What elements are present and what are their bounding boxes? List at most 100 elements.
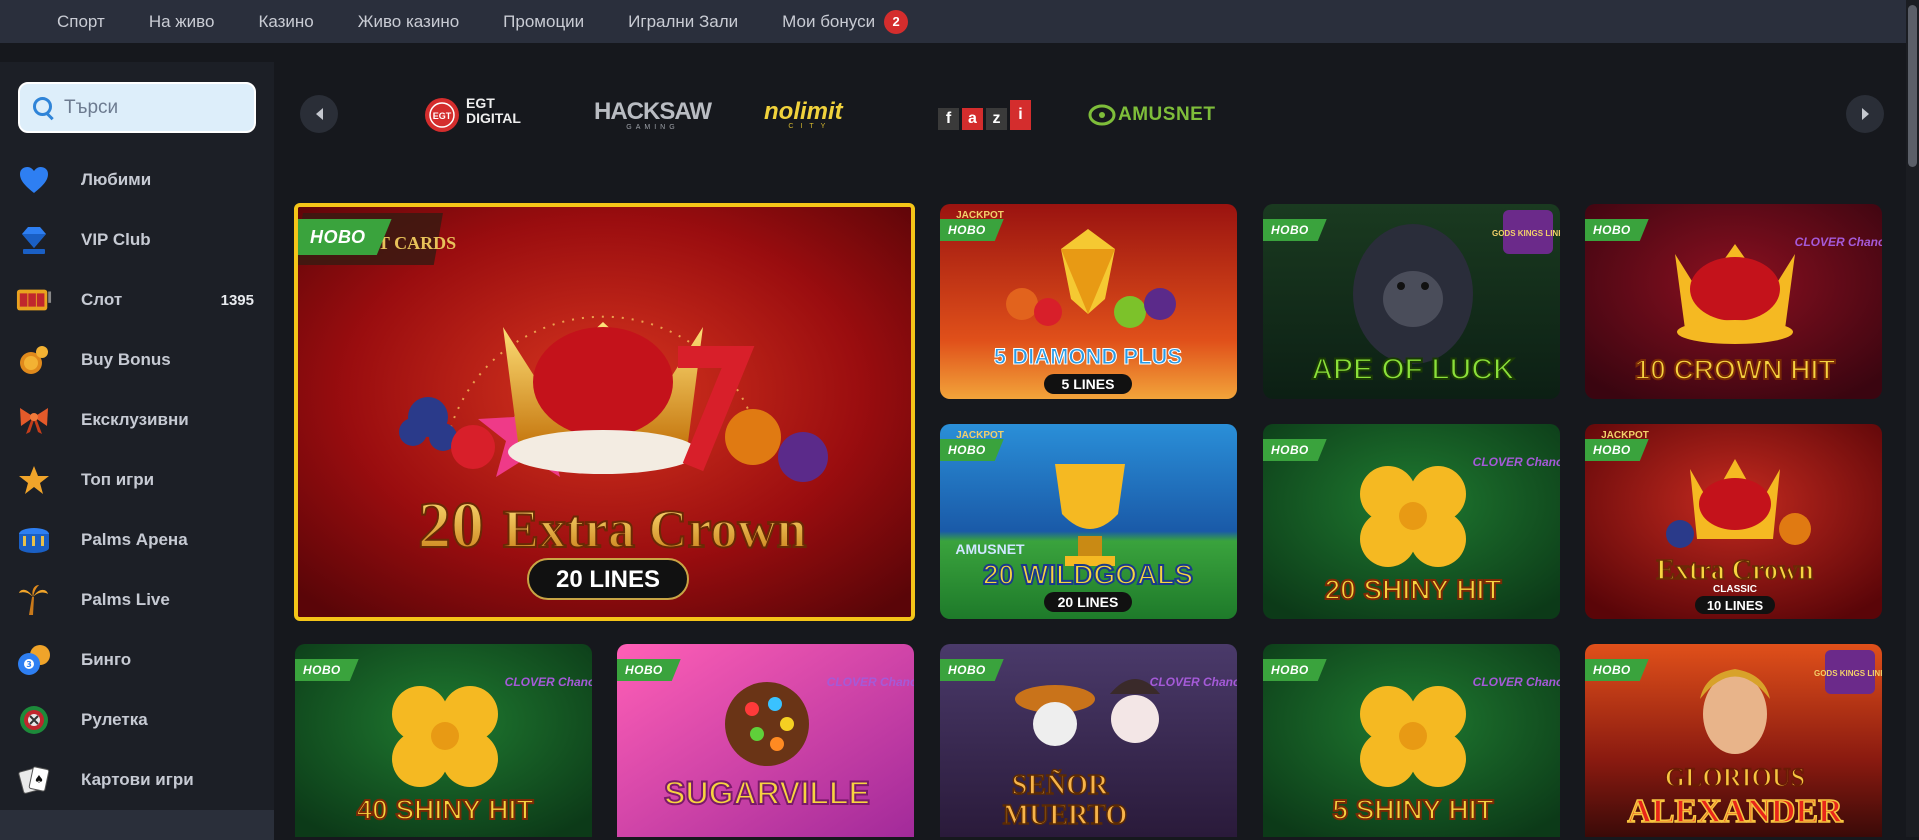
featured-title: Extra Crown xyxy=(503,499,807,559)
coins-icon xyxy=(16,342,52,378)
tile-title-line-2: ALEXANDER xyxy=(1627,793,1843,830)
roulette-icon xyxy=(16,702,52,738)
game-tile-glorious-alexander[interactable]: GLORIOUS ALEXANDER GODS KINGS LINK НОВО xyxy=(1585,644,1882,837)
nav-casino[interactable]: Казино xyxy=(258,12,313,32)
nav-promotions[interactable]: Промоции xyxy=(503,12,584,32)
new-tag: НОВО xyxy=(1263,659,1327,681)
sidebar-item-label: Рулетка xyxy=(81,710,148,729)
sidebar-item-bingo[interactable]: 3 Бинго xyxy=(0,630,274,690)
sidebar-item-label: Buy Bonus xyxy=(81,350,171,369)
game-tile-20-extra-crown[interactable]: 20 Extra Crown 20 LINES JACKPOT CARDS НО… xyxy=(294,203,915,621)
new-tag: НОВО xyxy=(298,219,392,255)
new-tag: НОВО xyxy=(1263,439,1327,461)
game-tile-5-shiny-hit[interactable]: 5 SHINY HIT CLOVER Chance НОВО xyxy=(1263,644,1560,837)
new-tag: НОВО xyxy=(940,659,1004,681)
sidebar-item-label: Топ игри xyxy=(81,470,155,489)
nav-my-bonuses[interactable]: Мои бонуси 2 xyxy=(782,9,909,34)
slot-count: 1395 xyxy=(220,291,254,309)
sidebar-item-label: Слот xyxy=(81,290,123,309)
game-tile-20-wild-goals[interactable]: AMUSNET 20 WILDGOALS 20 LINES JACKPOT НО… xyxy=(940,424,1237,619)
fazi-letter: f xyxy=(938,108,959,130)
nav-live-casino[interactable]: Живо казино xyxy=(358,12,459,32)
sidebar-item-card-games[interactable]: ♠ Картови игри xyxy=(0,750,274,810)
sidebar-item-slots[interactable]: Слот 1395 xyxy=(0,270,274,330)
top-navigation: Спорт На живо Казино Живо казино Промоци… xyxy=(0,0,1906,43)
tile-badge: CLOVER Chance xyxy=(1795,235,1882,249)
bonus-count-badge: 2 xyxy=(884,9,909,34)
sidebar-item-favorites[interactable]: Любими xyxy=(0,150,274,210)
bingo-ball-icon: 3 xyxy=(16,642,52,678)
provider-fazi[interactable]: f a z i xyxy=(938,88,1031,142)
provider-egt-digital[interactable]: EGT EGT DIGITAL xyxy=(424,88,534,142)
new-tag: НОВО xyxy=(617,659,681,681)
provider-hacksaw[interactable]: HACKSAW GAMING xyxy=(594,88,712,142)
tile-banner: AMUSNET xyxy=(955,541,1025,557)
heart-icon xyxy=(16,162,52,198)
provider-carousel: EGT EGT DIGITAL HACKSAW GAMING nolimit C… xyxy=(298,88,1884,142)
game-tile-ape-of-luck[interactable]: APE OF LUCK GODS KINGS LINK НОВО xyxy=(1263,204,1560,399)
provider-amusnet[interactable]: AMUSNET xyxy=(1088,88,1215,142)
amusnet-wordmark: AMUSNET xyxy=(1118,104,1216,125)
tile-title: 10 CROWN HIT xyxy=(1635,354,1836,385)
nav-live[interactable]: На живо xyxy=(149,12,215,32)
game-tile-sugarville[interactable]: SUGARVILLE CLOVER Chance НОВО xyxy=(617,644,914,837)
tile-title: SUGARVILLE xyxy=(664,775,870,811)
nav-my-bonuses-label: Мои бонуси xyxy=(782,11,876,31)
tile-badge: CLOVER Chance xyxy=(1473,455,1560,469)
featured-lines: 20 LINES xyxy=(556,566,660,593)
nav-sport[interactable]: Спорт xyxy=(57,12,105,32)
sidebar-item-palms-arena[interactable]: Palms Арена xyxy=(0,510,274,570)
nav-gaming-halls[interactable]: Игрални Зали xyxy=(628,12,738,32)
sidebar-item-label: Любими xyxy=(81,170,152,189)
game-tile-5-diamond-plus[interactable]: 5 DIAMOND PLUS 5 LINES JACKPOT НОВО xyxy=(940,204,1237,399)
nolimit-subtitle: CITY xyxy=(788,122,833,130)
search-box[interactable] xyxy=(18,82,256,133)
tile-badge: CLOVER Chance xyxy=(505,675,592,689)
egt-digital-wordmark: EGT DIGITAL xyxy=(466,95,521,126)
sidebar-item-label: Palms Арена xyxy=(81,530,188,549)
scrollbar-thumb[interactable] xyxy=(1908,5,1917,167)
fazi-letter: i xyxy=(1010,100,1031,130)
tile-title: 5 SHINY HIT xyxy=(1332,794,1493,825)
tile-title: Extra Crown xyxy=(1656,555,1814,586)
game-tile-senor-muerto[interactable]: SEÑOR MUERTO CLOVER Chance НОВО xyxy=(940,644,1237,837)
tile-badge: GODS KINGS LINK xyxy=(1814,669,1882,678)
provider-nolimit-city[interactable]: nolimit CITY xyxy=(764,88,843,142)
tile-title: 40 SHINY HIT xyxy=(357,794,534,825)
sidebar-item-exclusive[interactable]: Ексклузивни xyxy=(0,390,274,450)
carousel-next-button[interactable] xyxy=(1846,95,1884,133)
tile-title: 5 DIAMOND PLUS xyxy=(994,344,1182,369)
game-tile-40-shiny-hit[interactable]: 40 SHINY HIT CLOVER Chance НОВО xyxy=(295,644,592,837)
sidebar-item-palms-live[interactable]: Palms Live xyxy=(0,570,274,630)
tile-title-line-1: GLORIOUS xyxy=(1665,763,1805,792)
search-input[interactable] xyxy=(64,96,244,119)
tile-badge: GODS KINGS LINK xyxy=(1492,229,1560,238)
new-tag: НОВО xyxy=(940,219,1004,241)
slot-machine-icon xyxy=(16,282,52,318)
palm-icon xyxy=(16,582,52,618)
carousel-prev-button[interactable] xyxy=(300,95,338,133)
bow-icon xyxy=(16,402,52,438)
sidebar-item-label: Palms Live xyxy=(81,590,170,609)
sidebar-item-vip-club[interactable]: VIP Club xyxy=(0,210,274,270)
tile-badge: CLOVER Chance xyxy=(827,675,914,689)
game-tile-10-crown-hit[interactable]: 10 CROWN HIT CLOVER Chance НОВО xyxy=(1585,204,1882,399)
sidebar-item-label: Бинго xyxy=(81,650,132,669)
new-tag: НОВО xyxy=(1263,219,1327,241)
game-tile-20-shiny-hit[interactable]: 20 SHINY HIT CLOVER Chance НОВО xyxy=(1263,424,1560,619)
nolimit-wordmark: nolimit xyxy=(764,97,843,125)
tile-lines: 10 LINES xyxy=(1707,598,1764,613)
game-art: 20 Extra Crown 20 LINES JACKPOT CARDS xyxy=(298,207,911,617)
fazi-letter: a xyxy=(962,108,983,130)
sidebar-item-buy-bonus[interactable]: Buy Bonus xyxy=(0,330,274,390)
hacksaw-wordmark: HACKSAW xyxy=(594,97,712,125)
page-scrollbar[interactable] xyxy=(1906,0,1919,837)
category-menu: Любими VIP Club Слот 1395 Buy Bonus Екск… xyxy=(0,150,274,840)
sidebar-item-partial[interactable] xyxy=(0,810,274,840)
tile-lines: 5 LINES xyxy=(1062,376,1115,392)
tile-title-line-1: SEÑOR xyxy=(1012,770,1109,801)
sidebar-item-top-games[interactable]: Топ игри xyxy=(0,450,274,510)
new-tag: НОВО xyxy=(1585,439,1649,461)
game-tile-extra-crown-classic[interactable]: Extra Crown CLASSIC 10 LINES JACKPOT НОВ… xyxy=(1585,424,1882,619)
sidebar-item-roulette[interactable]: Рулетка xyxy=(0,690,274,750)
